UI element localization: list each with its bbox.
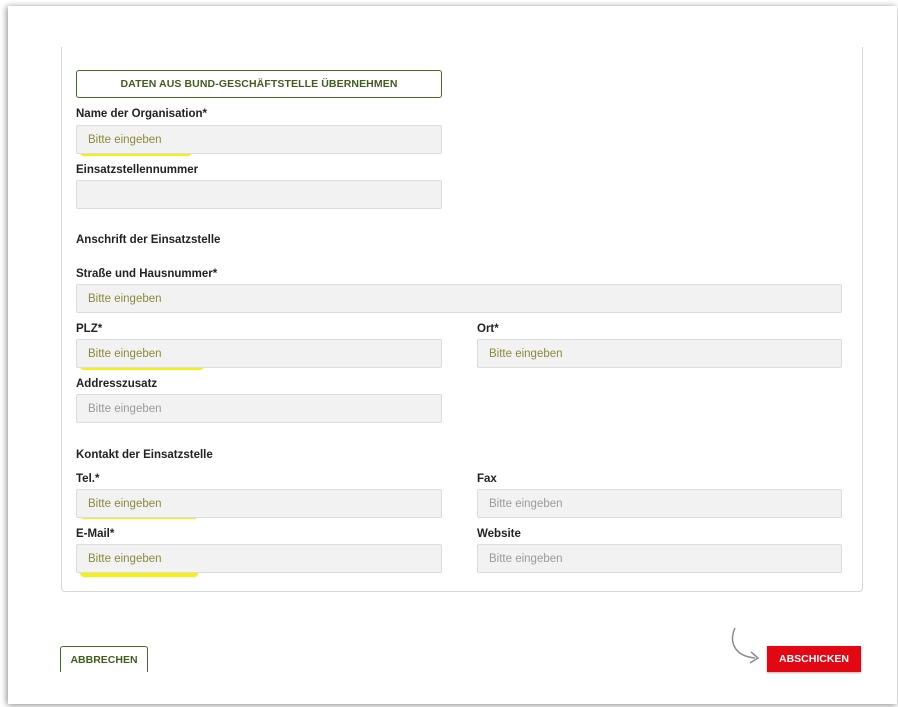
fax-input[interactable] xyxy=(478,490,841,517)
fax-label: Fax xyxy=(477,473,497,485)
strasse-label: Straße und Hausnummer* xyxy=(76,268,218,280)
einsatzstellennummer-input[interactable] xyxy=(77,181,441,208)
einsatzstellennummer-field[interactable] xyxy=(76,180,442,209)
plz-label: PLZ* xyxy=(76,323,103,335)
organisation-name-field[interactable] xyxy=(76,125,442,154)
section-kontakt-heading: Kontakt der Einsatzstelle xyxy=(76,449,213,461)
einsatzstellennummer-label: Einsatzstellennummer xyxy=(76,164,199,176)
section-anschrift-heading: Anschrift der Einsatzstelle xyxy=(76,234,221,246)
submit-button[interactable]: ABSCHICKEN xyxy=(767,646,861,672)
ort-input[interactable] xyxy=(478,340,841,367)
organisation-name-label: Name der Organisation* xyxy=(76,108,208,120)
organisation-name-input[interactable] xyxy=(77,126,441,153)
website-label: Website xyxy=(477,528,521,540)
email-input[interactable] xyxy=(77,545,441,572)
ort-label: Ort* xyxy=(477,323,499,335)
strasse-input[interactable] xyxy=(77,285,841,312)
website-field[interactable] xyxy=(477,544,842,573)
fax-field[interactable] xyxy=(477,489,842,518)
website-input[interactable] xyxy=(478,545,841,572)
tel-input[interactable] xyxy=(77,490,441,517)
addresszusatz-field[interactable] xyxy=(76,394,442,423)
takeover-data-button[interactable]: DATEN AUS BUND-GESCHÄFTSTELLE ÜBERNEHMEN xyxy=(76,70,442,98)
plz-field[interactable] xyxy=(76,339,442,368)
email-label: E-Mail* xyxy=(76,528,115,540)
plz-input[interactable] xyxy=(77,340,441,367)
addresszusatz-label: Addresszusatz xyxy=(76,378,158,390)
strasse-field[interactable] xyxy=(76,284,842,313)
cancel-button[interactable]: ABBRECHEN xyxy=(60,646,148,672)
tel-field[interactable] xyxy=(76,489,442,518)
tel-label: Tel.* xyxy=(76,473,100,485)
addresszusatz-input[interactable] xyxy=(77,395,441,422)
email-field[interactable] xyxy=(76,544,442,573)
ort-field[interactable] xyxy=(477,339,842,368)
curved-arrow-icon xyxy=(731,627,760,664)
